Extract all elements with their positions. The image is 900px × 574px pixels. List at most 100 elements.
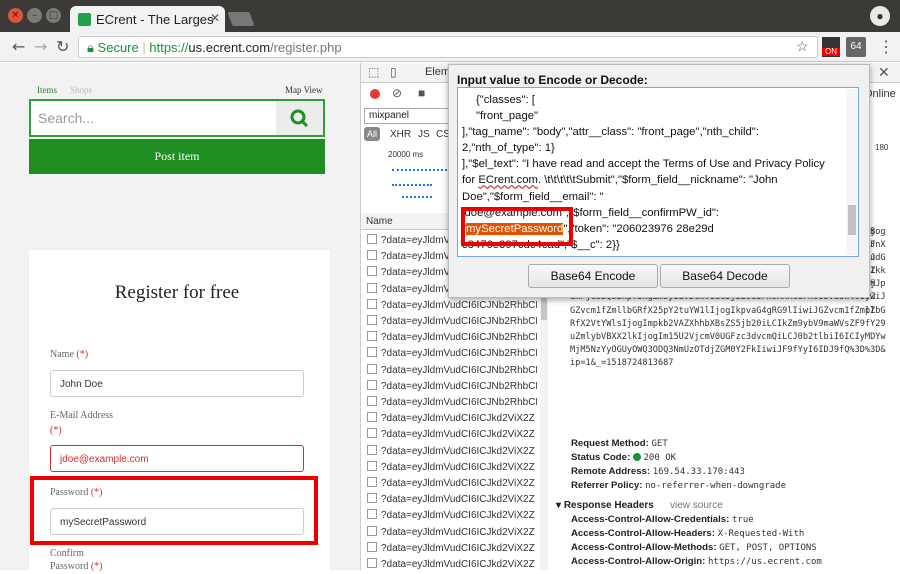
timeline-bar [392,169,447,171]
device-toolbar-icon[interactable]: ▯ [390,65,397,79]
request-type-icon [367,444,377,455]
base64-encode-button[interactable]: Base64 Encode [528,264,658,288]
register-title: Register for free [114,282,240,303]
type-filter-xhr[interactable]: XHR [390,129,411,140]
extension-spy-icon[interactable]: ON [822,37,840,57]
request-type-icon [367,428,377,439]
request-type-icon [367,266,377,277]
request-row[interactable]: ?data=eyJldmVudCI6ICJkd2ViX2Z [367,525,537,542]
network-timeline: 20000 ms [362,144,452,214]
request-type-icon [367,282,377,293]
request-row[interactable]: ?data=eyJldmVudCI6ICJkd2ViX2Z [367,493,537,509]
request-name: ?data=eyJldmVudCI6ICJkd2ViX2Z [381,445,535,457]
map-view-link[interactable]: Map View [285,85,323,95]
close-window-icon[interactable]: ✕ [8,8,23,23]
request-row[interactable]: ?data=eyJldmVudCI6ICJNb2RhbCB [367,347,537,363]
extension-on-badge: ON [822,48,840,56]
request-type-icon [367,558,377,568]
site-favicon-icon [78,13,91,26]
request-row[interactable]: ?data=eyJldmVudCI6ICJkd2ViX2Z [367,460,537,477]
request-name: ?data=eyJldmVudCI6ICJNb2RhbCB [381,380,537,392]
tab-title: ECrent - The Larges [96,12,214,27]
reload-icon[interactable]: ↻ [56,37,69,56]
menu-kebab-icon[interactable]: ⋮ [878,37,894,57]
request-row[interactable]: ?data=eyJldmVudCI6ICJkd2ViX2Z [367,428,537,444]
request-type-icon [367,477,377,487]
request-row[interactable]: ?data=eyJldmVudCI6ICJkd2ViX2Z [367,477,537,493]
request-name: ?data=eyJldmVudCI6ICJNb2RhbCB [381,316,537,327]
request-row[interactable]: ?data=eyJldmVudCI6ICJNb2RhbCB [367,379,537,396]
new-tab-button[interactable] [227,12,255,26]
type-filter-all[interactable]: All [364,127,380,141]
bookmark-star-icon[interactable]: ☆ [796,38,809,55]
search-input[interactable]: Search... [38,110,94,126]
profile-icon[interactable]: ● [870,6,890,26]
request-row[interactable]: ?data=eyJldmVudCI6ICJkd2ViX2Z [367,509,537,525]
request-row[interactable]: ?data=eyJldmVudCI6ICJkd2ViX2Z [367,558,537,574]
request-row[interactable]: ?data=eyJldmVudCI6ICJNb2RhbCB [367,396,537,412]
request-type-icon [367,315,377,325]
request-type-icon [367,379,377,390]
name-field[interactable]: John Doe [50,370,304,397]
request-method-row: Request Method: GET [571,438,668,449]
request-row[interactable]: ?data=eyJldmVudCI6ICJNb2RhbCB [367,331,537,347]
request-row[interactable]: ?data=eyJldmVudCI6ICJNb2RhbCB [367,363,537,380]
post-item-button[interactable]: Post item [29,139,325,174]
nav-items-link[interactable]: Items [37,85,57,95]
maximize-window-icon[interactable]: □ [46,8,61,23]
base64-decode-button[interactable]: Base64 Decode [660,264,790,288]
request-row[interactable]: ?data=eyJldmVudCI6ICJkd2ViX2Z [367,412,537,428]
request-name: ?data=eyJldmVudCI6ICJkd2ViX2Z [381,461,535,473]
timeline-label: 20000 ms [388,150,424,159]
tab-close-icon[interactable]: ✕ [210,11,220,25]
dialog-scroll-thumb[interactable] [848,205,856,235]
timeline-axis-label: 180 [875,143,889,152]
base64-extension-icon[interactable]: 64 [846,37,866,57]
request-name: ?data=eyJldmVudCI6ICJNb2RhbCB [381,397,537,408]
browser-tab[interactable]: ECrent - The Larges ✕ [70,6,225,32]
address-bar[interactable]: 🔒︎ Secure | https://us.ecrent.com/regist… [78,36,818,58]
lock-icon: 🔒︎ [87,40,94,55]
back-icon[interactable]: ← [12,37,25,56]
decoded-line: {"classes": [ [476,94,535,106]
request-name: ?data=eyJldmVudCI6ICJkd2ViX2Z [381,478,535,489]
camera-icon[interactable]: ■ [418,86,425,100]
request-name: ?data=eyJldmVudCI6ICJNb2RhbCB [381,332,537,344]
url-path: /register.php [270,40,342,55]
record-icon[interactable] [370,89,380,99]
email-required-mark: (*) [50,425,62,436]
request-type-icon [367,412,377,423]
inspect-icon[interactable]: ⬚ [368,65,379,79]
nav-shops-link[interactable]: Shops [70,85,92,95]
header-row: Access-Control-Allow-Credentials: true [571,514,754,525]
request-row[interactable]: ?data=eyJldmVudCI6ICJkd2ViX2Z [367,444,537,461]
request-name: ?data=eyJldmVudCI6ICJkd2ViX2Z [381,494,535,506]
header-row: Access-Control-Allow-Origin: https://us.… [571,556,822,567]
forward-icon[interactable]: → [34,37,47,56]
devtools-close-icon[interactable]: ✕ [878,64,890,81]
request-name: ?data=eyJldmVudCI6ICJkd2ViX2Z [381,542,535,554]
filter-input[interactable]: mixpanel [364,108,449,124]
request-row[interactable]: ?data=eyJldmVudCI6ICJNb2RhbCB [367,315,537,331]
request-name: ?data=eyJldmVudCI6ICJkd2ViX2Z [381,429,535,441]
email-field[interactable]: jdoe@example.com [50,445,304,472]
request-type-icon [367,250,377,261]
url-scheme: https:// [149,40,189,55]
minimize-window-icon[interactable]: – [27,8,42,23]
search-button[interactable] [276,101,323,135]
header-row: Access-Control-Allow-Methods: GET, POST,… [571,542,817,553]
clear-icon[interactable]: ⊘ [392,86,402,100]
request-row[interactable]: ?data=eyJldmVudCI6ICJkd2ViX2Z [367,541,537,558]
view-source-link[interactable]: view source [670,500,723,511]
timeline-bar [392,184,432,186]
request-type-icon [367,396,377,406]
type-filter-js[interactable]: JS [418,129,430,140]
request-type-icon [367,460,377,471]
request-type-icon [367,525,377,536]
request-row[interactable]: ?data=eyJldmVudCI6ICJNb2RhbCB [367,298,537,315]
response-headers-toggle[interactable]: ▾ Response Headers [556,500,654,511]
request-name: ?data=eyJldmVudCI6ICJkd2ViX2Z [381,559,535,570]
confirm-password-label: Password (*) [50,561,103,572]
confirm-label: Confirm [50,548,84,559]
request-name: ?data=eyJldmVudCI6ICJNb2RhbCB [381,299,537,311]
